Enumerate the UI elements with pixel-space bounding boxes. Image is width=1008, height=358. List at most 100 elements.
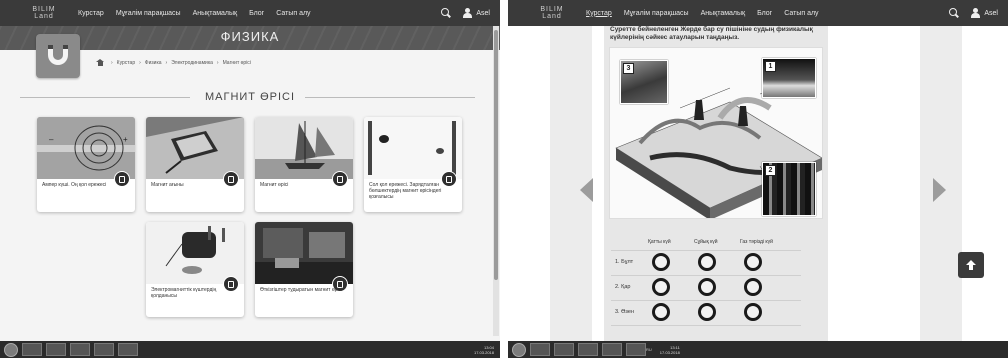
topic-card-left-hand-rule[interactable]: Сол қол ережесі. Зарядталған бөлшектерді… <box>364 117 462 212</box>
magnet-icon <box>48 45 68 67</box>
divider <box>611 325 801 326</box>
logo[interactable]: BILIM Land <box>526 0 578 26</box>
user-icon[interactable] <box>463 8 473 18</box>
search-icon[interactable] <box>949 8 959 18</box>
breadcrumb-item: Магнит өрісі <box>222 59 251 66</box>
answer-radio[interactable] <box>652 303 670 321</box>
logo-line2: Land <box>34 13 54 20</box>
next-arrow-icon[interactable] <box>932 178 946 202</box>
taskbar-app[interactable] <box>70 343 90 356</box>
logo-line1: BILIM <box>32 6 56 13</box>
logo-line1: BILIM <box>540 6 564 13</box>
taskbar-app[interactable] <box>530 343 550 356</box>
logo-line2: Land <box>542 13 562 20</box>
card-image: – + <box>37 117 135 179</box>
breadcrumb-item[interactable]: Курстар <box>117 60 135 66</box>
row-label-snow: 2. Қар <box>615 284 631 290</box>
clock-date: 17.03.2018 <box>473 349 494 355</box>
nav-links: Курстар Мұғалім парақшасы Анықтамалық Бл… <box>586 10 831 17</box>
previous-arrow-icon[interactable] <box>580 178 594 202</box>
column-header-solid: Қатты күй <box>648 239 671 245</box>
taskbar-app[interactable] <box>554 343 574 356</box>
card-label: Магнит өрісі <box>260 182 289 188</box>
top-navigation: BILIM Land Курстар Мұғалім парақшасы Аны… <box>0 0 500 26</box>
answer-radio[interactable] <box>652 278 670 296</box>
taskbar-clock[interactable]: 13:11 17.03.2018 <box>660 345 680 355</box>
answer-radio[interactable] <box>698 278 716 296</box>
divider <box>611 275 801 276</box>
row-label-cloud: 1. Бұлт <box>615 259 634 265</box>
breadcrumb: › Курстар › Физика › Электродинамика › М… <box>96 59 251 66</box>
language-indicator[interactable]: RU <box>646 347 652 352</box>
water-cycle-figure: 1 2 3 <box>609 47 823 219</box>
photo-river: 3 <box>620 60 668 104</box>
question-text: Суретте бейнеленген Жерде бар су пішінін… <box>610 26 813 41</box>
card-label: Магнит ағыны <box>151 182 184 188</box>
svg-text:–: – <box>49 135 54 144</box>
photo-snow-trees: 2 <box>762 162 816 216</box>
clock-date: 17.03.2018 <box>659 349 680 355</box>
username[interactable]: Asel <box>984 10 998 17</box>
scroll-to-top-button[interactable] <box>958 252 984 278</box>
answer-radio[interactable] <box>698 303 716 321</box>
topic-card-conductor-field[interactable]: Өткізгіштер тудыратын магнит өрісі <box>255 222 353 317</box>
photo-number: 2 <box>765 165 776 176</box>
card-image <box>255 222 353 284</box>
card-image <box>146 222 244 284</box>
start-button[interactable] <box>4 342 18 357</box>
divider <box>611 250 801 251</box>
breadcrumb-item[interactable]: Электродинамика <box>171 60 213 66</box>
divider <box>305 97 475 98</box>
svg-text:+: + <box>123 135 128 144</box>
nav-link-courses[interactable]: Курстар <box>586 10 612 17</box>
nav-right: Asel <box>441 8 490 18</box>
taskbar-app[interactable] <box>94 343 114 356</box>
nav-link-reference[interactable]: Анықтамалық <box>701 10 746 17</box>
taskbar-app[interactable] <box>578 343 598 356</box>
arrow-up-icon <box>966 260 976 270</box>
nav-link-teacher-page[interactable]: Мұғалім парақшасы <box>116 10 181 17</box>
username[interactable]: Asel <box>476 10 490 17</box>
nav-link-teacher-page[interactable]: Мұғалім парақшасы <box>624 10 689 17</box>
topic-card-ampere-force[interactable]: – + Ампер күші. Оң қол ережесі <box>37 117 135 212</box>
taskbar-app[interactable] <box>118 343 138 356</box>
nav-link-blog[interactable]: Блог <box>249 10 264 17</box>
card-image <box>255 117 353 179</box>
topic-card-magnetic-field[interactable]: Магнит өрісі <box>255 117 353 212</box>
nav-link-blog[interactable]: Блог <box>757 10 772 17</box>
taskbar-clock[interactable]: 13:04 17.03.2018 <box>474 345 494 355</box>
subject-badge <box>36 34 80 78</box>
logo[interactable]: BILIM Land <box>18 0 70 26</box>
nav-link-reference[interactable]: Анықтамалық <box>193 10 238 17</box>
nav-links: Курстар Мұғалім парақшасы Анықтамалық Бл… <box>78 10 323 17</box>
chevron-right-icon: › <box>139 59 141 66</box>
nav-link-buy[interactable]: Сатып алу <box>276 10 310 17</box>
card-image <box>146 117 244 179</box>
topic-card-electromagnetic-forces[interactable]: Электромагниттік күштердің қолданысы <box>146 222 244 317</box>
photo-number: 1 <box>765 61 776 72</box>
answer-radio[interactable] <box>744 278 762 296</box>
taskbar-app[interactable] <box>46 343 66 356</box>
top-navigation: BILIM Land Курстар Мұғалім парақшасы Аны… <box>508 0 1008 26</box>
scrollbar-thumb[interactable] <box>494 30 498 280</box>
start-button[interactable] <box>512 342 526 357</box>
home-icon[interactable] <box>96 59 104 66</box>
taskbar-app[interactable] <box>602 343 622 356</box>
photo-clouds: 1 <box>762 58 816 98</box>
left-screenshot: BILIM Land Курстар Мұғалім парақшасы Аны… <box>0 0 500 358</box>
answer-radio[interactable] <box>744 303 762 321</box>
answer-radio[interactable] <box>652 253 670 271</box>
search-icon[interactable] <box>441 8 451 18</box>
topic-card-magnetic-flux[interactable]: Магнит ағыны <box>146 117 244 212</box>
answer-radio[interactable] <box>698 253 716 271</box>
breadcrumb-item[interactable]: Физика <box>145 60 162 66</box>
nav-link-buy[interactable]: Сатып алу <box>784 10 818 17</box>
user-icon[interactable] <box>971 8 981 18</box>
row-label-river: 3. Өзен <box>615 309 634 315</box>
card-label: Өткізгіштер тудыратын магнит өрісі <box>260 287 343 293</box>
taskbar-app[interactable] <box>626 343 646 356</box>
nav-link-courses[interactable]: Курстар <box>78 10 104 17</box>
answer-radio[interactable] <box>744 253 762 271</box>
taskbar-app[interactable] <box>22 343 42 356</box>
card-image <box>364 117 462 179</box>
